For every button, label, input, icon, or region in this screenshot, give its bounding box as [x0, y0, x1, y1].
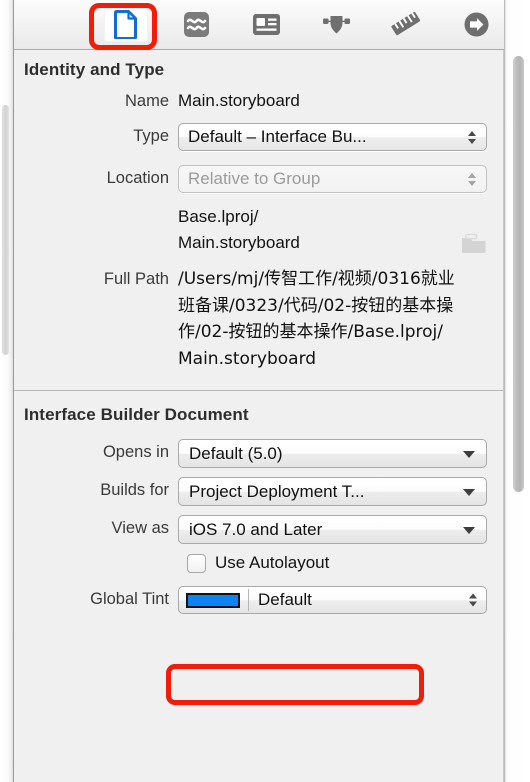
- location-row: Location Relative to Group: [14, 165, 503, 193]
- type-popup-button[interactable]: Default – Interface Bu...: [178, 123, 487, 151]
- use-autolayout-row: Use Autolayout: [187, 548, 503, 578]
- chevron-down-icon: [463, 526, 475, 534]
- tab-quick-help-inspector[interactable]: [174, 8, 218, 42]
- inspector-body: Identity and Type Name Main.storyboard T…: [14, 50, 504, 782]
- opens-in-row: Opens in Default (5.0): [14, 439, 503, 468]
- global-tint-row: Global Tint Default: [14, 586, 503, 614]
- identity-section-title: Identity and Type: [24, 60, 165, 79]
- tint-separator: [248, 589, 249, 611]
- document-icon: [114, 10, 138, 39]
- use-autolayout-checkbox[interactable]: [187, 553, 206, 573]
- name-row: Name Main.storyboard: [14, 88, 503, 114]
- stepper-arrows-icon: [468, 170, 477, 188]
- builds-for-label: Builds for: [100, 481, 169, 499]
- opens-in-label: Opens in: [102, 443, 169, 461]
- view-as-value: iOS 7.0 and Later: [189, 519, 323, 539]
- full-path-row: Full Path /Users/mj/传智工作/视频/0316就业班备课/03…: [14, 266, 503, 421]
- name-value: Main.storyboard: [178, 91, 300, 110]
- interface-builder-document-section: Interface Builder Document Opens in Defa…: [14, 391, 503, 614]
- tint-color-swatch[interactable]: [186, 592, 240, 608]
- builds-for-row: Builds for Project Deployment T...: [14, 477, 503, 506]
- builds-for-pulldown[interactable]: Project Deployment T...: [178, 477, 487, 506]
- type-label: Type: [133, 127, 169, 145]
- view-as-row: View as iOS 7.0 and Later: [14, 515, 503, 544]
- relative-path-row: Base.lproj/ Main.storyboard: [14, 204, 503, 256]
- location-popup-value: Relative to Group: [188, 169, 321, 188]
- tab-attributes-inspector[interactable]: [314, 8, 358, 42]
- stepper-arrows-icon: [469, 593, 477, 607]
- full-path-label: Full Path: [103, 270, 169, 288]
- tab-file-inspector[interactable]: [104, 7, 148, 42]
- ib-section-title: Interface Builder Document: [24, 405, 249, 424]
- tab-size-inspector[interactable]: [384, 8, 428, 42]
- folder-icon[interactable]: [461, 232, 487, 258]
- type-popup-value: Default – Interface Bu...: [188, 127, 367, 146]
- identity-and-type-section: Identity and Type Name Main.storyboard T…: [14, 50, 503, 421]
- opens-in-pulldown[interactable]: Default (5.0): [178, 439, 487, 468]
- inspector-scrollbar-thumb[interactable]: [513, 56, 524, 492]
- inspector-toolbar: [14, 0, 504, 50]
- tab-connections-inspector[interactable]: [454, 8, 498, 42]
- panel-right-border: [504, 0, 505, 782]
- shield-slider-icon: [321, 12, 352, 38]
- relative-path-value: Base.lproj/ Main.storyboard: [178, 207, 300, 252]
- view-as-pulldown[interactable]: iOS 7.0 and Later: [178, 515, 487, 544]
- global-tint-combo[interactable]: Default: [178, 586, 487, 614]
- use-autolayout-label: Use Autolayout: [215, 553, 330, 572]
- stepper-arrows-icon: [468, 128, 477, 146]
- chevron-down-icon: [463, 488, 475, 496]
- chevron-down-icon: [463, 450, 475, 458]
- arrow-circle-icon: [463, 11, 490, 38]
- ruler-icon: [390, 10, 422, 39]
- name-label: Name: [124, 92, 169, 110]
- tab-identity-inspector[interactable]: [244, 8, 288, 42]
- location-popup-button[interactable]: Relative to Group: [178, 165, 487, 193]
- view-as-label: View as: [111, 519, 169, 537]
- file-inspector-panel: Identity and Type Name Main.storyboard T…: [0, 0, 530, 782]
- full-path-value: /Users/mj/传智工作/视频/0316就业班备课/0323/代码/02-按…: [178, 269, 455, 369]
- left-pane-scrollbar[interactable]: [2, 105, 9, 355]
- opens-in-value: Default (5.0): [189, 443, 283, 463]
- location-label: Location: [106, 169, 169, 187]
- identity-card-icon: [252, 13, 281, 36]
- builds-for-value: Project Deployment T...: [189, 481, 365, 501]
- global-tint-label: Global Tint: [90, 590, 169, 608]
- waves-icon: [183, 11, 210, 38]
- global-tint-value: Default: [258, 590, 312, 609]
- type-row: Type Default – Interface Bu...: [14, 123, 503, 151]
